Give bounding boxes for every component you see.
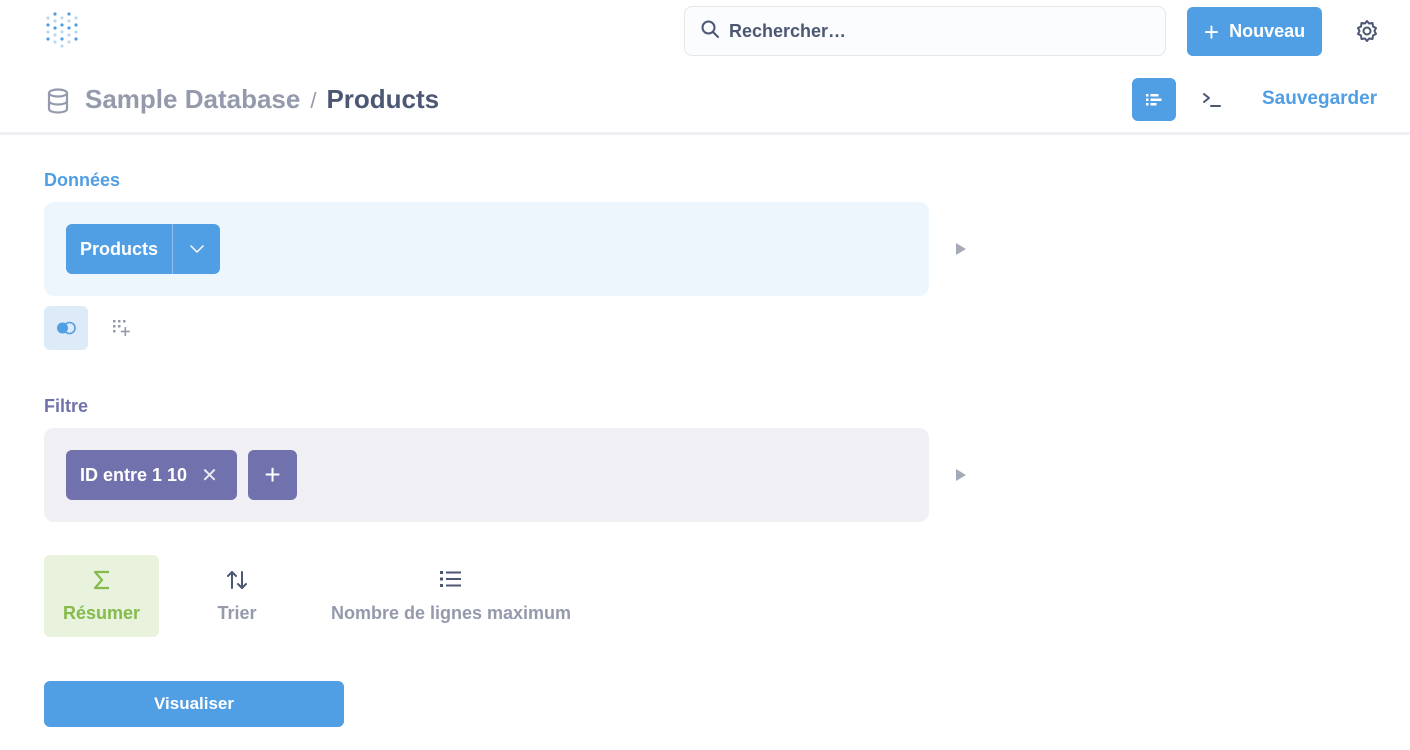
gear-icon[interactable] [1354, 18, 1380, 44]
sigma-icon [92, 569, 112, 591]
breadcrumb-table: Products [326, 84, 440, 114]
custom-column-button[interactable] [104, 310, 138, 346]
new-button-label: Nouveau [1229, 21, 1306, 41]
sort-label: Trier [217, 602, 257, 623]
database-icon [46, 88, 70, 114]
new-button[interactable]: + Nouveau [1187, 7, 1322, 56]
chevron-down-icon[interactable] [172, 224, 220, 274]
sort-button[interactable]: Trier [200, 555, 274, 637]
summarize-button[interactable]: Résumer [44, 555, 159, 637]
table-name: Products [80, 238, 159, 259]
filter-pill-label: ID entre 1 10 [80, 464, 188, 485]
preview-filter-button[interactable] [956, 469, 966, 481]
list-icon [439, 569, 463, 591]
data-section-label: Données [44, 170, 121, 190]
breadcrumb-database[interactable]: Sample Database [85, 84, 300, 115]
app-logo[interactable] [44, 10, 80, 54]
sql-editor-button[interactable] [1192, 80, 1232, 120]
search-bar[interactable]: Rechercher… [684, 6, 1166, 56]
breadcrumb: Sample Database / Products [85, 84, 439, 115]
add-filter-button[interactable]: + [248, 450, 297, 500]
header-divider [0, 132, 1410, 135]
join-icon [57, 321, 76, 335]
summarize-label: Résumer [62, 602, 141, 623]
search-placeholder: Rechercher… [729, 20, 847, 41]
add-column-icon [113, 320, 130, 336]
sort-icon [225, 569, 249, 591]
breadcrumb-separator: / [310, 88, 317, 113]
plus-icon: + [1203, 16, 1220, 47]
filter-section-label: Filtre [44, 396, 89, 416]
row-limit-label: Nombre de lignes maximum [330, 602, 572, 623]
preview-data-button[interactable] [956, 243, 966, 255]
row-limit-button[interactable]: Nombre de lignes maximum [330, 555, 572, 637]
visualize-button[interactable]: Visualiser [44, 681, 344, 727]
notebook-editor-button[interactable] [1132, 78, 1176, 121]
terminal-icon [1203, 93, 1221, 107]
notebook-icon [1146, 93, 1162, 105]
close-icon[interactable]: ✕ [201, 463, 218, 488]
search-icon [701, 20, 719, 43]
save-button[interactable]: Sauvegarder [1262, 88, 1377, 110]
filter-pill[interactable]: ID entre 1 10 ✕ [66, 450, 237, 500]
join-button[interactable] [44, 306, 88, 350]
table-selector[interactable]: Products [66, 224, 220, 274]
